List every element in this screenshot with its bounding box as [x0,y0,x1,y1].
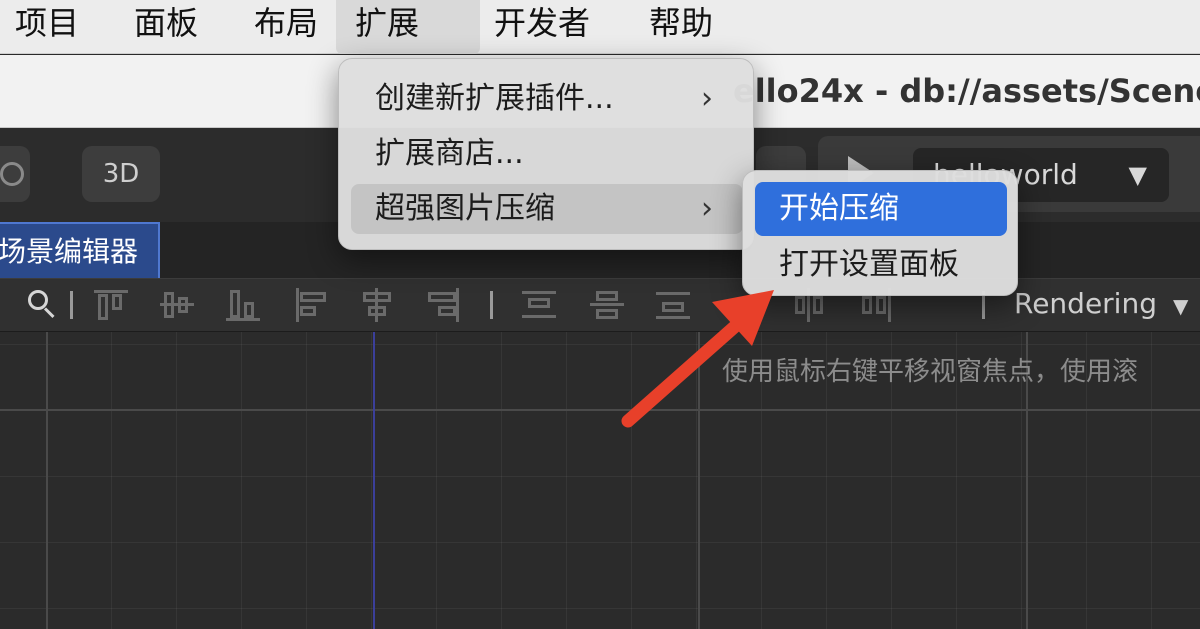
menu-item-label: 扩展商店... [375,136,524,171]
image-compress-submenu: 开始压缩 打开设置面板 [742,170,1018,296]
chevron-right-icon: › [701,191,713,226]
viewport-hint: 使用鼠标右键平移视窗焦点，使用滚 [722,357,1139,387]
align-bottom-icon[interactable] [226,288,260,322]
align-left-icon[interactable] [294,288,328,322]
view-3d-button[interactable]: 3D [82,146,160,202]
menu-extension[interactable]: 扩展 [336,0,480,54]
menu-layout[interactable]: 布局 [235,0,337,54]
menu-project[interactable]: 项目 [0,0,98,54]
y-axis-line [373,332,375,629]
tab-scene-editor[interactable]: 场景编辑器 [0,222,160,278]
menu-item-start-compress[interactable]: 开始压缩 [755,182,1007,236]
menu-help[interactable]: 帮助 [630,0,732,54]
chevron-down-icon: ▼ [1172,294,1189,318]
align-top-icon[interactable] [94,288,128,322]
menu-item-label: 超强图片压缩 [375,191,555,226]
globe-icon [0,162,24,186]
search-icon[interactable] [26,288,60,322]
chevron-down-icon: ▼ [1128,161,1147,189]
grid-major-line [698,332,700,629]
align-right-icon[interactable] [426,288,460,322]
toolbar-divider [490,291,493,319]
distribute-top-icon[interactable] [522,288,556,322]
window-title: ello24x - db://assets/Scene/ [733,72,1200,110]
distribute-middle-icon[interactable] [590,288,624,322]
align-horizontal-center-icon[interactable] [360,288,394,322]
align-vertical-center-icon[interactable] [160,288,194,322]
menu-item-extension-store[interactable]: 扩展商店... [351,129,743,179]
globe-button[interactable] [0,146,30,202]
extension-menu: 创建新扩展插件... › 扩展商店... 超强图片压缩 › [338,58,754,250]
grid-major-line [0,409,1200,411]
distribute-bottom-icon[interactable] [656,288,690,322]
grid-major-line [46,332,48,629]
menu-bar: 项目 面板 布局 扩展 开发者 帮助 [0,0,1200,54]
toolbar-divider [70,291,73,319]
rendering-dropdown[interactable]: Rendering ▼ [1014,287,1188,320]
rendering-label: Rendering [1014,287,1157,320]
menu-item-create-extension[interactable]: 创建新扩展插件... › [351,74,743,124]
menu-developer[interactable]: 开发者 [475,0,609,54]
chevron-right-icon: › [701,81,713,116]
menu-item-label: 创建新扩展插件... [375,81,614,116]
menu-item-image-compress[interactable]: 超强图片压缩 › [351,184,743,234]
menu-panel[interactable]: 面板 [115,0,217,54]
menu-item-open-settings[interactable]: 打开设置面板 [755,238,1007,292]
